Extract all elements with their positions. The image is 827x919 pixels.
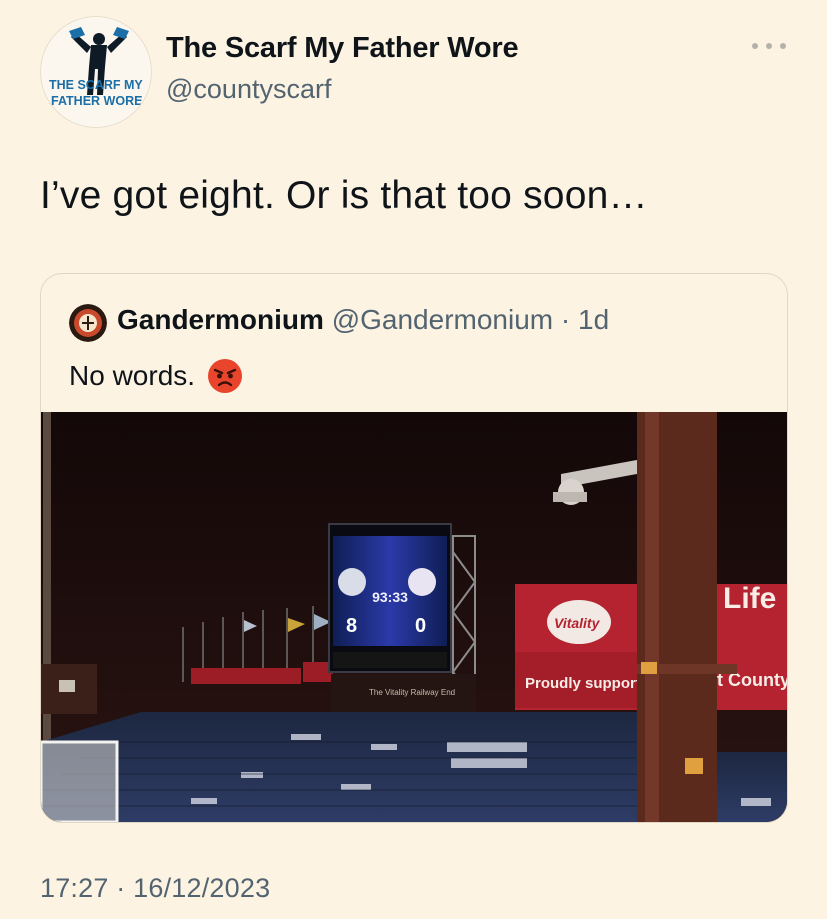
more-dot	[752, 43, 758, 49]
avatar-text-2: FATHER WORE	[51, 94, 142, 108]
scoreboard-home: 8	[346, 615, 357, 637]
scoreboard-away: 0	[415, 615, 426, 637]
gandermonium-badge-icon	[69, 304, 107, 342]
scarf-logo-icon: THE SCARF MY FATHER WORE	[49, 27, 143, 108]
more-icon[interactable]	[752, 36, 786, 56]
tweet-timestamp[interactable]: 17:27 · 16/12/2023	[40, 873, 270, 904]
quoted-time[interactable]: 1d	[578, 304, 609, 335]
quoted-separator: ·	[560, 304, 571, 335]
banner-brand: Vitality	[554, 615, 601, 631]
quoted-display-name[interactable]: Gandermonium	[117, 304, 324, 335]
tweet-text: I’ve got eight. Or is that too soon…	[40, 174, 648, 217]
quoted-tweet-text: No words.	[69, 360, 196, 391]
author-handle[interactable]: @countyscarf	[166, 74, 331, 105]
quoted-author-avatar[interactable]	[69, 304, 107, 342]
author-avatar[interactable]: THE SCARF MY FATHER WORE	[40, 16, 152, 128]
stand-name: The Vitality Railway End	[369, 688, 455, 697]
author-display-name[interactable]: The Scarf My Father Wore	[166, 32, 519, 65]
more-dot	[780, 43, 786, 49]
stadium-photo[interactable]: 93:33 8 0 The Vitality Railway End Vital…	[41, 412, 787, 822]
quoted-tweet-text-row: No words.	[69, 358, 243, 394]
angry-face-emoji-icon	[208, 359, 243, 393]
scoreboard-time: 93:33	[372, 589, 408, 605]
quoted-tweet-card[interactable]: Gandermonium @Gandermonium · 1d No words…	[40, 273, 788, 823]
banner-text-2: Life	[723, 582, 776, 615]
quoted-tweet-header: Gandermonium @Gandermonium · 1d	[117, 304, 609, 336]
avatar-text-1: THE SCARF MY	[49, 78, 143, 92]
more-dot	[766, 43, 772, 49]
quoted-handle[interactable]: @Gandermonium	[332, 304, 553, 335]
